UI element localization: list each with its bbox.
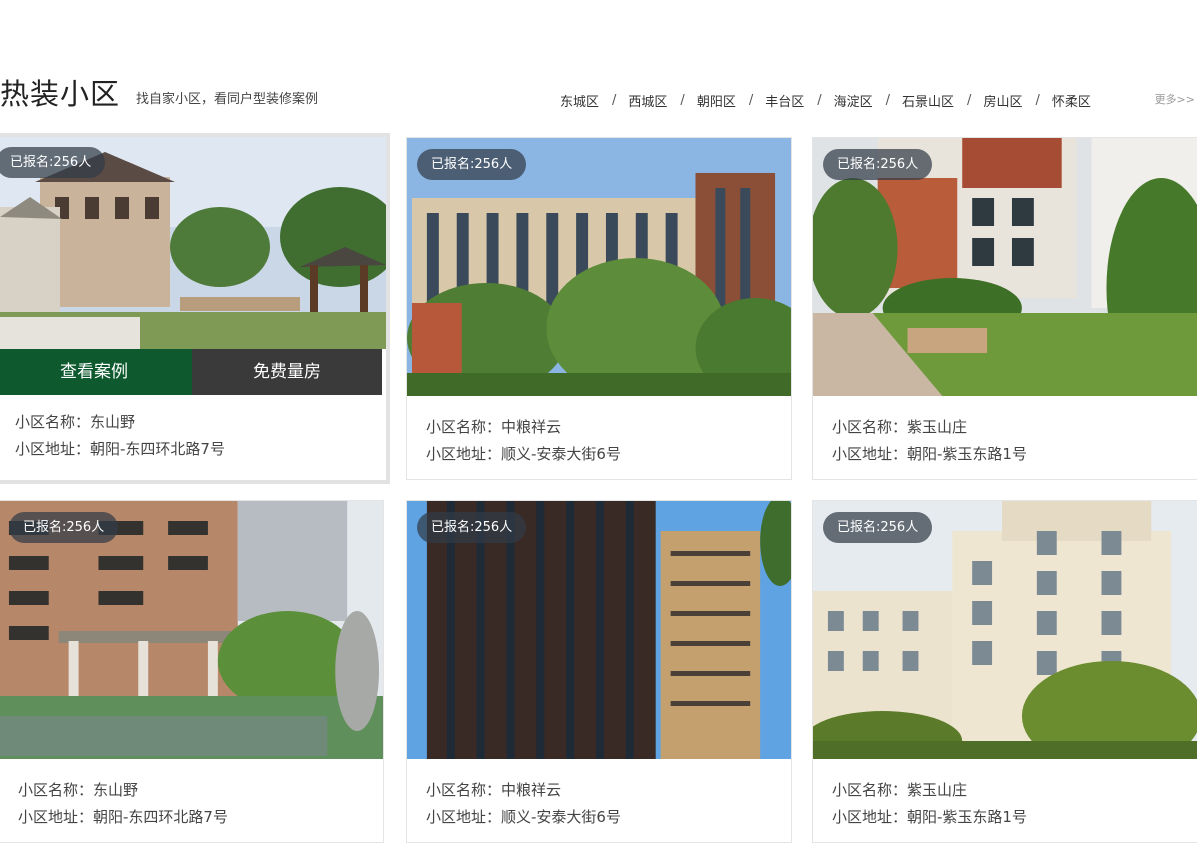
district-separator: / xyxy=(1035,92,1040,108)
community-card[interactable]: 已报名:256人 查看案例 免费量房 小区名称：东山野 小区地址：朝阳-东四环北… xyxy=(0,133,390,484)
signup-count-badge: 已报名:256人 xyxy=(9,512,119,543)
community-address: 小区地址：顺义-安泰大街6号 xyxy=(426,445,621,463)
district-separator: / xyxy=(817,92,822,108)
community-name: 小区名称：东山野 xyxy=(15,413,136,431)
community-info: 小区名称：东山野 小区地址：朝阳-东四环北路7号 xyxy=(15,409,225,463)
community-card[interactable]: 已报名:256人 小区名称：紫玉山庄 小区地址：朝阳-紫玉东路1号 xyxy=(812,500,1197,843)
community-name: 小区名称：中粮祥云 xyxy=(426,781,562,799)
district-nav: 东城区 / 西城区 / 朝阳区 / 丰台区 / 海淀区 / 石景山区 / 房山区… xyxy=(560,90,1091,110)
community-card[interactable]: 已报名:256人 小区名称：中粮祥云 小区地址：顺义-安泰大街6号 xyxy=(406,500,792,843)
district-link[interactable]: 石景山区 xyxy=(902,91,954,110)
district-link[interactable]: 东城区 xyxy=(560,91,599,110)
district-separator: / xyxy=(748,92,754,108)
community-card[interactable]: 已报名:256人 小区名称：东山野 小区地址：朝阳-东四环北路7号 xyxy=(0,500,384,843)
community-info: 小区名称：东山野 小区地址：朝阳-东四环北路7号 xyxy=(18,777,228,831)
community-info: 小区名称：紫玉山庄 小区地址：朝阳-紫玉东路1号 xyxy=(832,414,1027,468)
community-info: 小区名称：紫玉山庄 小区地址：朝阳-紫玉东路1号 xyxy=(832,777,1027,831)
community-name: 小区名称：紫玉山庄 xyxy=(832,418,968,436)
community-card[interactable]: 已报名:256人 小区名称：紫玉山庄 小区地址：朝阳-紫玉东路1号 xyxy=(812,137,1197,480)
district-separator: / xyxy=(885,92,891,108)
section-title: 热装小区 xyxy=(0,77,121,111)
signup-count-badge: 已报名:256人 xyxy=(823,149,933,180)
district-separator: / xyxy=(967,92,972,108)
community-address: 小区地址：朝阳-东四环北路7号 xyxy=(18,808,228,826)
community-name: 小区名称：东山野 xyxy=(18,781,139,799)
signup-count-badge: 已报名:256人 xyxy=(0,147,106,178)
district-link[interactable]: 朝阳区 xyxy=(697,91,736,110)
district-link[interactable]: 怀柔区 xyxy=(1052,91,1091,110)
signup-count-badge: 已报名:256人 xyxy=(417,149,527,180)
community-address: 小区地址：朝阳-紫玉东路1号 xyxy=(832,445,1027,463)
more-link[interactable]: 更多>> xyxy=(1155,91,1195,107)
signup-count-badge: 已报名:256人 xyxy=(417,512,527,543)
view-cases-button[interactable]: 查看案例 xyxy=(0,349,192,395)
district-separator: / xyxy=(612,92,617,108)
community-address: 小区地址：顺义-安泰大街6号 xyxy=(426,808,621,826)
community-name: 小区名称：中粮祥云 xyxy=(426,418,562,436)
card-actions: 查看案例 免费量房 xyxy=(0,349,382,395)
district-link[interactable]: 海淀区 xyxy=(834,91,873,110)
district-link[interactable]: 西城区 xyxy=(628,91,667,110)
section-header: 热装小区 找自家小区，看同户型装修案例 东城区 / 西城区 / 朝阳区 / 丰台… xyxy=(0,76,1197,116)
free-measure-button[interactable]: 免费量房 xyxy=(192,349,382,395)
community-name: 小区名称：紫玉山庄 xyxy=(832,781,968,799)
district-link[interactable]: 房山区 xyxy=(983,91,1022,110)
signup-count-badge: 已报名:256人 xyxy=(823,512,933,543)
community-card[interactable]: 已报名:256人 小区名称：中粮祥云 小区地址：顺义-安泰大街6号 xyxy=(406,137,792,480)
section-subtitle: 找自家小区，看同户型装修案例 xyxy=(136,92,319,107)
community-info: 小区名称：中粮祥云 小区地址：顺义-安泰大街6号 xyxy=(426,777,621,831)
district-separator: / xyxy=(680,92,685,108)
community-info: 小区名称：中粮祥云 小区地址：顺义-安泰大街6号 xyxy=(426,414,621,468)
community-address: 小区地址：朝阳-紫玉东路1号 xyxy=(832,808,1027,826)
district-link[interactable]: 丰台区 xyxy=(765,91,804,110)
community-address: 小区地址：朝阳-东四环北路7号 xyxy=(15,440,225,458)
